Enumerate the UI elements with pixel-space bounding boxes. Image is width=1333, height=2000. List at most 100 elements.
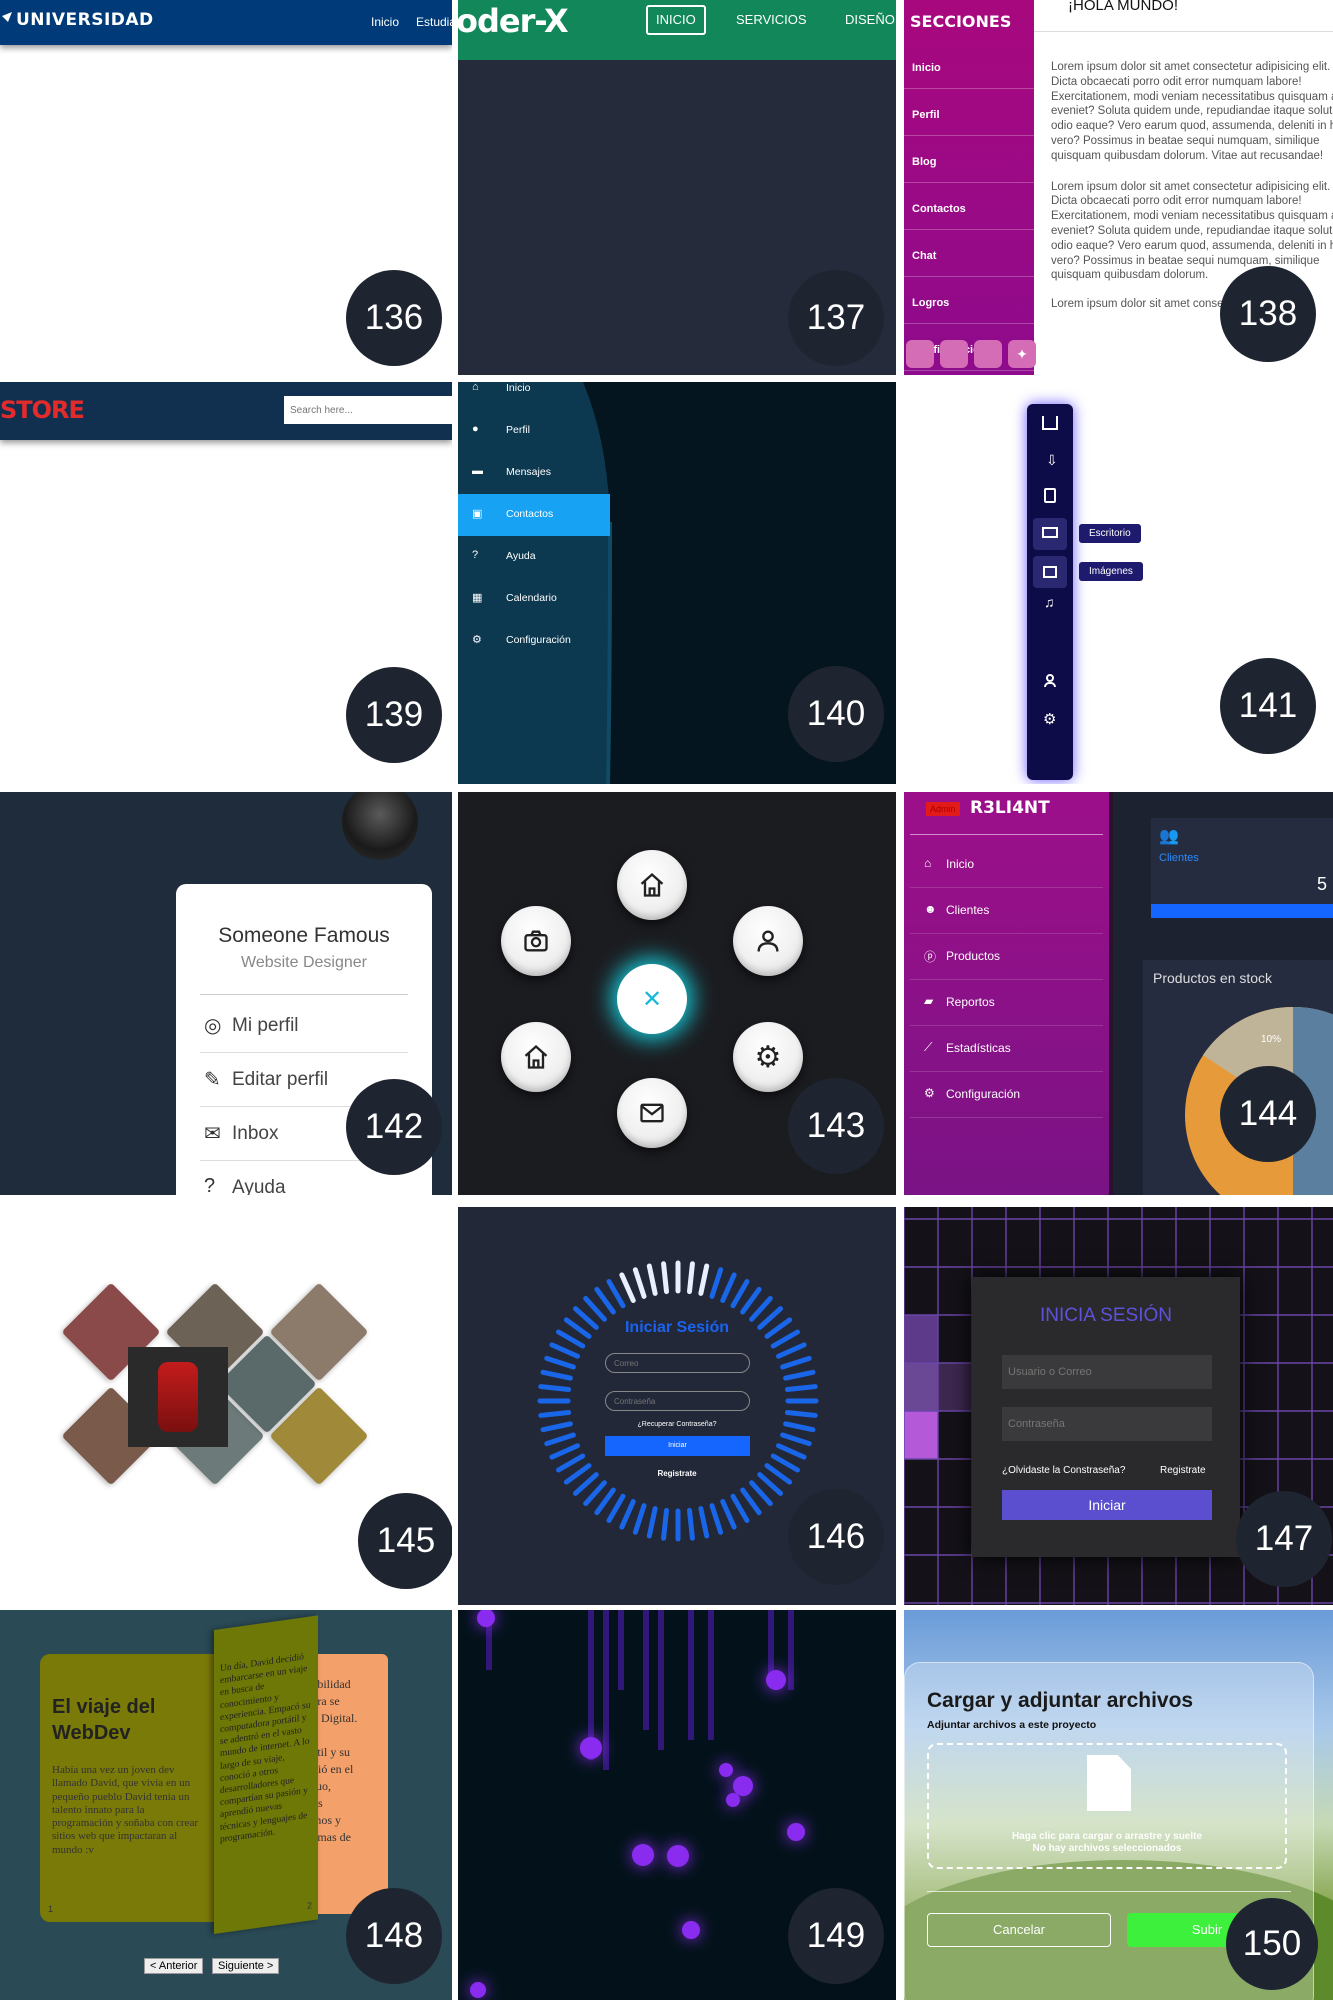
login-button[interactable]: Iniciar bbox=[605, 1436, 750, 1456]
facebook-icon[interactable] bbox=[906, 340, 934, 368]
sidebar-item-label: Configuración bbox=[946, 1087, 1021, 1101]
profile-menu-item[interactable]: ◎ Mi perfil bbox=[200, 999, 408, 1053]
users-icon: ☻ bbox=[924, 902, 937, 916]
sidebar-item[interactable]: Contactos bbox=[904, 183, 1034, 230]
sidebar-item[interactable]: ▣ Contactos bbox=[458, 494, 610, 536]
download-icon[interactable]: ⇩ bbox=[1046, 452, 1058, 469]
sidebar-item[interactable]: ⓟ Productos bbox=[910, 934, 1103, 980]
login-title: Iniciar Sesión bbox=[624, 1319, 730, 1336]
home-icon[interactable] bbox=[501, 1022, 571, 1092]
sidebar-item[interactable]: ⌂ Inicio bbox=[910, 842, 1103, 888]
ring-segment bbox=[661, 1261, 670, 1295]
forgot-password-link[interactable]: ¿Olvidaste la Constraseña? bbox=[1002, 1465, 1125, 1476]
avatar[interactable] bbox=[342, 792, 418, 860]
next-button[interactable]: Siguiente > bbox=[212, 1958, 280, 1974]
login-button[interactable]: Iniciar bbox=[1002, 1490, 1212, 1520]
tile-143-radial-menu: ✕ ⚙ 143 bbox=[458, 792, 896, 1195]
nav-link-servicios[interactable]: SERVICIOS bbox=[736, 12, 807, 27]
gallery-active-image[interactable] bbox=[128, 1347, 228, 1447]
brand[interactable]: STORE bbox=[0, 396, 85, 424]
ring-segment bbox=[698, 1263, 710, 1296]
close-icon[interactable]: ✕ bbox=[617, 964, 687, 1034]
prev-button[interactable]: < Anterior bbox=[144, 1958, 204, 1974]
chat-icon[interactable] bbox=[940, 340, 968, 368]
image-icon[interactable] bbox=[1033, 556, 1067, 588]
sidebar-item[interactable]: ▦ Calendario bbox=[458, 578, 610, 620]
home-icon[interactable] bbox=[617, 850, 687, 920]
register-link[interactable]: Registrate bbox=[458, 1469, 896, 1478]
sidebar-item[interactable]: ? Ayuda bbox=[458, 536, 610, 578]
forgot-password-link[interactable]: ¿Recuperar Contraseña? bbox=[458, 1421, 896, 1428]
user-field[interactable] bbox=[1002, 1355, 1212, 1389]
tile-139-store-navbar: STORE 139 bbox=[0, 382, 452, 784]
sidebar-item-label: Estadísticas bbox=[946, 1041, 1011, 1055]
desktop-icon[interactable] bbox=[1033, 518, 1067, 550]
sidebar-item[interactable]: ● Perfil bbox=[458, 410, 610, 452]
user-icon[interactable] bbox=[1044, 674, 1056, 688]
brand[interactable]: R3LI4NT bbox=[970, 798, 1050, 818]
sidebar-item[interactable]: ▬ Mensajes bbox=[458, 452, 610, 494]
tile-138-sections-sidebar: SECCIONES Inicio Perfil Blog Contactos Chat L… bbox=[904, 0, 1333, 375]
mail-icon[interactable] bbox=[617, 1078, 687, 1148]
tile-142-profile-dropdown: Someone Famous Website Designer ◎ Mi perf… bbox=[0, 792, 452, 1195]
tile-136-university-navbar: UNIVERSIDAD Inicio Estudia 136 bbox=[0, 0, 452, 375]
sidebar-item[interactable]: Blog bbox=[904, 136, 1034, 183]
sidebar-item[interactable]: ⚙ Configuración bbox=[458, 620, 610, 662]
cancel-button[interactable]: Cancelar bbox=[927, 1913, 1111, 1947]
help-icon: ? bbox=[472, 549, 479, 561]
particle-trail bbox=[643, 1610, 649, 1730]
brand[interactable]: UNIVERSIDAD bbox=[16, 10, 154, 30]
dropzone-status: No hay archivos seleccionados bbox=[1032, 1843, 1182, 1854]
search-input[interactable] bbox=[284, 396, 452, 424]
twitter-icon[interactable]: ✦ bbox=[1008, 340, 1036, 368]
book-text: Un día, David decidió embarcarse en un v… bbox=[220, 1652, 311, 1846]
ring-segment bbox=[619, 1272, 636, 1304]
gear-icon[interactable]: ⚙ bbox=[733, 1022, 803, 1092]
paragraph: Lorem ipsum dolor sit amet consectetur a… bbox=[1051, 61, 1333, 162]
email-field[interactable] bbox=[605, 1353, 750, 1373]
truck-icon: ▰ bbox=[924, 994, 934, 1008]
sidebar-item[interactable]: Perfil bbox=[904, 89, 1034, 136]
nav-link-inicio[interactable]: INICIO bbox=[646, 5, 706, 35]
grid-cell bbox=[938, 1363, 972, 1411]
mail-icon: ✉ bbox=[204, 1123, 221, 1145]
page-number: 2 bbox=[306, 1900, 312, 1911]
file-icon[interactable] bbox=[1044, 488, 1056, 503]
nav-link-estudia[interactable]: Estudia bbox=[416, 15, 452, 29]
instagram-icon[interactable] bbox=[974, 340, 1002, 368]
profile-menu-label: Editar perfil bbox=[232, 1069, 329, 1090]
camera-icon[interactable] bbox=[501, 906, 571, 976]
sidebar-item[interactable]: ☻ Clientes bbox=[910, 888, 1103, 934]
sidebar-item[interactable]: Inicio bbox=[904, 42, 1034, 89]
sidebar-item[interactable]: ⌂ Inicio bbox=[458, 382, 610, 410]
ring-segment bbox=[606, 1278, 626, 1309]
sidebar-item[interactable]: Chat bbox=[904, 230, 1034, 277]
music-icon[interactable]: ♫ bbox=[1044, 594, 1055, 610]
book-text-line bbox=[312, 1727, 357, 1744]
password-field[interactable] bbox=[1002, 1407, 1212, 1441]
ring-segment bbox=[555, 1453, 586, 1473]
sidebar-item[interactable]: ⟋ Estadísticas bbox=[910, 1026, 1103, 1072]
book-text-line: mos y bbox=[312, 1813, 342, 1827]
nav-link-inicio[interactable]: Inicio bbox=[371, 15, 399, 29]
ring-segment bbox=[606, 1493, 626, 1524]
stock-title: Productos en stock bbox=[1153, 970, 1273, 986]
home-icon[interactable] bbox=[1042, 416, 1058, 430]
gear-icon[interactable]: ⚙ bbox=[1043, 710, 1056, 728]
user-icon[interactable] bbox=[733, 906, 803, 976]
register-link[interactable]: Registrate bbox=[1160, 1465, 1206, 1476]
tile-number-badge: 150 bbox=[1226, 1898, 1318, 1990]
tile-149-falling-particles: 149 bbox=[458, 1610, 896, 2000]
sidebar-item[interactable]: Logros bbox=[904, 277, 1034, 324]
sidebar-item-label: Inicio bbox=[912, 62, 941, 74]
nav-link-diseno[interactable]: DISEÑO bbox=[845, 12, 895, 27]
particle-trail bbox=[658, 1610, 664, 1750]
sidebar-item[interactable]: ▰ Reportos bbox=[910, 980, 1103, 1026]
brand[interactable]: oder-X bbox=[458, 2, 569, 40]
ring-segment bbox=[549, 1443, 581, 1460]
dropzone[interactable]: Haga clic para cargar o arrastre y suelt… bbox=[927, 1743, 1287, 1869]
password-field[interactable] bbox=[605, 1391, 750, 1411]
sidebar-item-label: Contactos bbox=[506, 508, 554, 520]
message-icon: ▬ bbox=[472, 465, 483, 477]
sidebar-item[interactable]: ⚙ Configuración bbox=[910, 1072, 1103, 1118]
